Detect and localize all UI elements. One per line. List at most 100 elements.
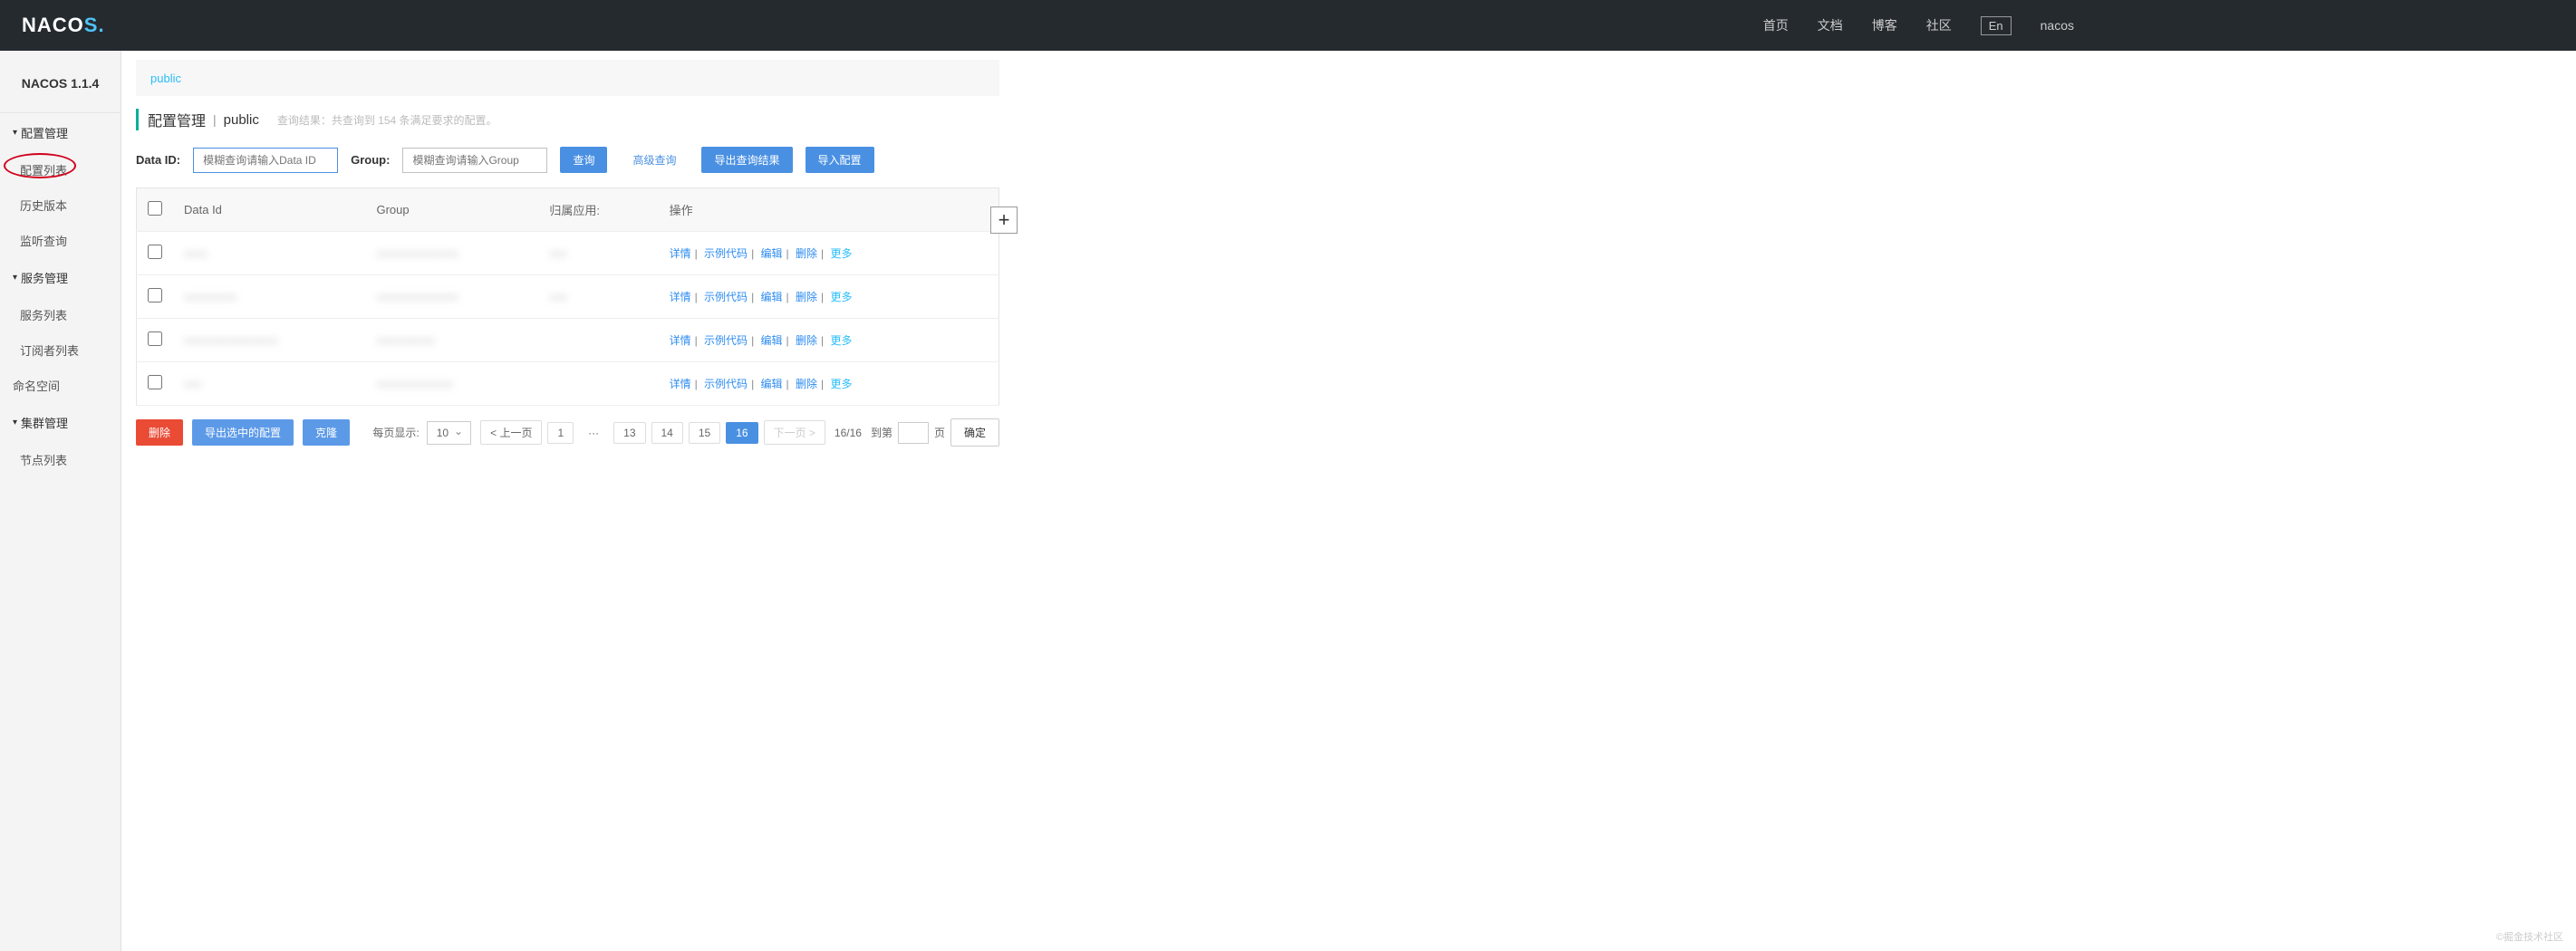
goto-suffix: 页 — [934, 425, 945, 440]
namespace-tab-public[interactable]: public — [150, 72, 181, 85]
action-delete[interactable]: 删除 — [796, 378, 817, 390]
sidebar-item-config-list[interactable]: 配置列表 — [0, 152, 121, 187]
watermark: ©掘金技术社区 — [2496, 929, 2563, 944]
col-app: 归属应用: — [538, 188, 658, 232]
title-namespace: public — [224, 112, 259, 128]
export-selected-button[interactable]: 导出选中的配置 — [192, 419, 294, 446]
table-row: xxx xxxxxxxxxxxxx 详情| 示例代码| 编辑| 删除| 更多 — [137, 362, 999, 406]
goto-label: 到第 — [871, 425, 892, 440]
page-1[interactable]: 1 — [547, 422, 574, 444]
cell-dataid: xxxxxxxxxxxxxxxx — [184, 333, 278, 347]
group-input[interactable] — [402, 148, 547, 173]
action-edit[interactable]: 编辑 — [761, 378, 783, 390]
user-name[interactable]: nacos — [2041, 18, 2074, 33]
page-ellipsis: ··· — [579, 423, 608, 443]
action-delete[interactable]: 删除 — [796, 334, 817, 347]
nav-docs[interactable]: 文档 — [1818, 16, 1843, 34]
select-all-checkbox[interactable] — [148, 201, 162, 216]
main-content: public 配置管理 | public 查询结果：共查询到 154 条满足要求… — [121, 51, 1014, 951]
page-15[interactable]: 15 — [689, 422, 720, 444]
sidebar: NACOS 1.1.4 配置管理 配置列表 历史版本 监听查询 服务管理 服务列… — [0, 51, 121, 951]
query-button[interactable]: 查询 — [560, 147, 607, 173]
page-total: 16/16 — [835, 427, 862, 439]
action-delete[interactable]: 删除 — [796, 247, 817, 260]
sidebar-item-listen[interactable]: 监听查询 — [0, 223, 121, 258]
search-bar: Data ID: Group: 查询 高级查询 导出查询结果 导入配置 — [136, 147, 999, 173]
nav-home[interactable]: 首页 — [1763, 16, 1789, 34]
action-sample[interactable]: 示例代码 — [704, 334, 748, 347]
row-checkbox[interactable] — [148, 245, 162, 259]
goto-input[interactable] — [898, 422, 929, 444]
header-nav: 首页 文档 博客 社区 En nacos — [1763, 16, 2074, 35]
nav-blog[interactable]: 博客 — [1872, 16, 1897, 34]
page-16[interactable]: 16 — [726, 422, 757, 444]
footer-bar: 删除 导出选中的配置 克隆 每页显示: 10 < 上一页 1 ··· 13 14… — [136, 418, 999, 447]
action-edit[interactable]: 编辑 — [761, 247, 783, 260]
action-detail[interactable]: 详情 — [670, 291, 691, 303]
page-13[interactable]: 13 — [613, 422, 645, 444]
row-checkbox[interactable] — [148, 331, 162, 346]
sidebar-group-service[interactable]: 服务管理 — [0, 258, 121, 297]
advanced-query-button[interactable]: 高级查询 — [620, 147, 689, 173]
col-dataid: Data Id — [173, 188, 365, 232]
action-more[interactable]: 更多 — [831, 378, 853, 390]
delete-button[interactable]: 删除 — [136, 419, 183, 446]
nav-community[interactable]: 社区 — [1926, 16, 1952, 34]
pagination: < 上一页 1 ··· 13 14 15 16 下一页 > — [480, 420, 825, 445]
clone-button[interactable]: 克隆 — [303, 419, 350, 446]
cell-dataid: xxxxxxxxx — [184, 290, 237, 303]
logo: NACOS. — [22, 14, 105, 37]
action-sample[interactable]: 示例代码 — [704, 291, 748, 303]
page-size-select[interactable]: 10 — [427, 421, 471, 445]
next-page-button: 下一页 > — [764, 420, 825, 445]
action-delete[interactable]: 删除 — [796, 291, 817, 303]
top-header: NACOS. 首页 文档 博客 社区 En nacos — [0, 0, 2576, 51]
cell-group: xxxxxxxxxxxxxx — [376, 246, 458, 260]
action-detail[interactable]: 详情 — [670, 378, 691, 390]
cell-group: xxxxxxxxxxxxx — [376, 377, 453, 390]
cell-dataid: xxx — [184, 377, 202, 390]
action-detail[interactable]: 详情 — [670, 334, 691, 347]
sidebar-item-service-list[interactable]: 服务列表 — [0, 297, 121, 332]
table-row: xxxxxxxxxxxxxxxx xxxxxxxxxx 详情| 示例代码| 编辑… — [137, 319, 999, 362]
goto-confirm-button[interactable]: 确定 — [950, 418, 999, 447]
action-edit[interactable]: 编辑 — [761, 334, 783, 347]
import-config-button[interactable]: 导入配置 — [806, 147, 874, 173]
add-config-button[interactable]: + — [990, 207, 1018, 234]
dataid-label: Data ID: — [136, 153, 180, 167]
action-sample[interactable]: 示例代码 — [704, 378, 748, 390]
dataid-input[interactable] — [193, 148, 338, 173]
row-checkbox[interactable] — [148, 288, 162, 303]
prev-page-button[interactable]: < 上一页 — [480, 420, 542, 445]
row-checkbox[interactable] — [148, 375, 162, 389]
cell-actions: 详情| 示例代码| 编辑| 删除| 更多 — [659, 319, 999, 362]
table-row: xxxx xxxxxxxxxxxxxx xxx 详情| 示例代码| 编辑| 删除… — [137, 232, 999, 275]
sidebar-item-namespace[interactable]: 命名空间 — [0, 368, 121, 403]
cell-group: xxxxxxxxxxxxxx — [376, 290, 458, 303]
result-stats: 查询结果：共查询到 154 条满足要求的配置。 — [277, 112, 497, 128]
page-14[interactable]: 14 — [651, 422, 683, 444]
page-title: 配置管理 — [148, 109, 206, 130]
cell-actions: 详情| 示例代码| 编辑| 删除| 更多 — [659, 275, 999, 319]
title-bar: 配置管理 | public 查询结果：共查询到 154 条满足要求的配置。 — [136, 109, 999, 130]
cell-app: xxx — [549, 290, 567, 303]
action-sample[interactable]: 示例代码 — [704, 247, 748, 260]
action-more[interactable]: 更多 — [831, 247, 853, 260]
sidebar-group-config[interactable]: 配置管理 — [0, 113, 121, 152]
sidebar-item-node-list[interactable]: 节点列表 — [0, 442, 121, 477]
col-actions: 操作 — [659, 188, 999, 232]
group-label: Group: — [351, 153, 390, 167]
namespace-bar: public — [136, 60, 999, 96]
action-more[interactable]: 更多 — [831, 334, 853, 347]
table-row: xxxxxxxxx xxxxxxxxxxxxxx xxx 详情| 示例代码| 编… — [137, 275, 999, 319]
action-edit[interactable]: 编辑 — [761, 291, 783, 303]
action-more[interactable]: 更多 — [831, 291, 853, 303]
sidebar-version: NACOS 1.1.4 — [0, 51, 121, 113]
sidebar-item-subscriber[interactable]: 订阅者列表 — [0, 332, 121, 368]
sidebar-group-cluster[interactable]: 集群管理 — [0, 403, 121, 442]
export-results-button[interactable]: 导出查询结果 — [701, 147, 792, 173]
lang-switch[interactable]: En — [1981, 16, 2012, 35]
action-detail[interactable]: 详情 — [670, 247, 691, 260]
sidebar-item-history[interactable]: 历史版本 — [0, 187, 121, 223]
page-size-label: 每页显示: — [372, 425, 419, 440]
